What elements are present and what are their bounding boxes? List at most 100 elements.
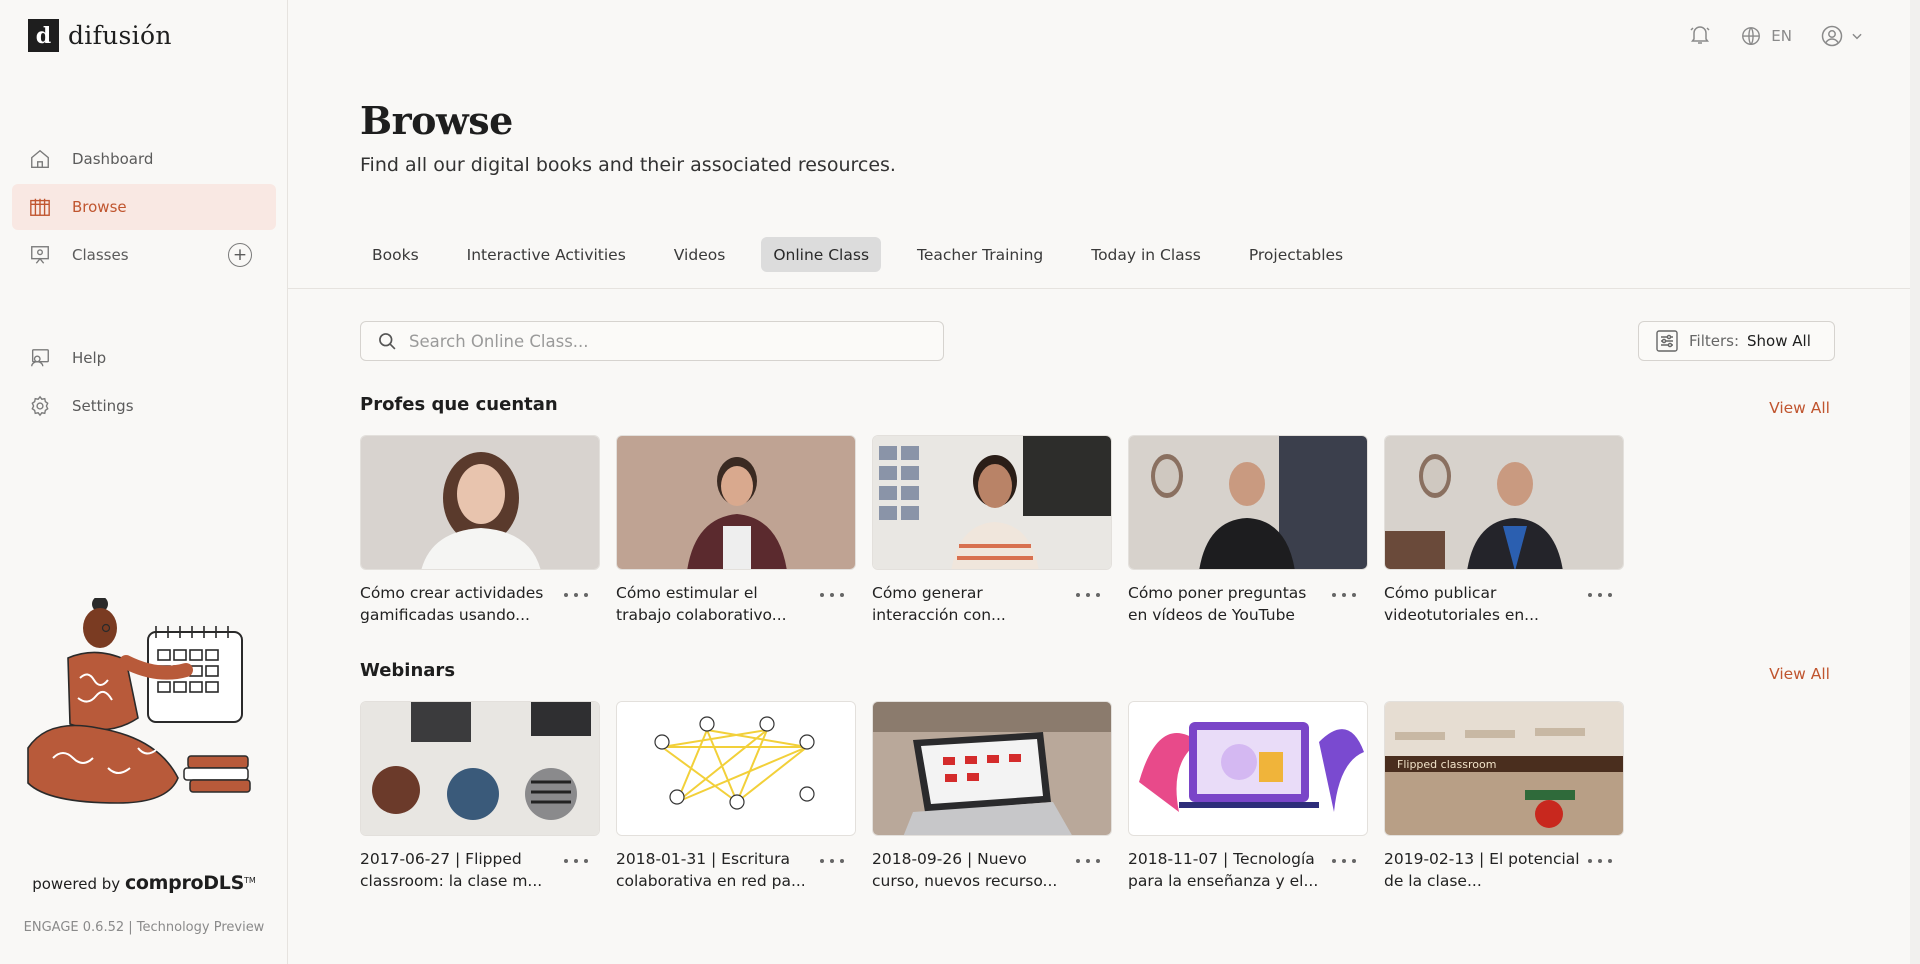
app: d difusión Dashboard Browse Classes + He…: [0, 0, 1920, 964]
tab-interactive-activities[interactable]: Interactive Activities: [455, 237, 638, 272]
tab-online-class[interactable]: Online Class: [761, 237, 882, 272]
video-card[interactable]: Cómo publicar videotutoriales en...: [1384, 435, 1624, 626]
brand-logo[interactable]: d difusión: [28, 19, 172, 52]
search-input[interactable]: [409, 331, 909, 351]
view-all-link[interactable]: View All: [1769, 399, 1830, 417]
search-box[interactable]: [360, 321, 944, 361]
video-card[interactable]: Cómo crear actividades gamificadas usand…: [360, 435, 600, 626]
browse-icon: [28, 195, 52, 219]
video-thumbnail[interactable]: [616, 435, 856, 570]
classes-icon: [28, 243, 52, 267]
main-nav: Dashboard Browse Classes +: [12, 136, 276, 280]
card-footer: Cómo estimular el trabajo colaborativo..…: [616, 582, 856, 626]
video-thumbnail[interactable]: Flipped classroom: [1384, 701, 1624, 836]
more-options-icon[interactable]: [1588, 588, 1612, 602]
card-title[interactable]: 2018-09-26 | Nuevo curso, nuevos recurso…: [872, 848, 1072, 892]
card-footer: 2018-11-07 | Tecnología para la enseñanz…: [1128, 848, 1368, 892]
more-options-icon[interactable]: [564, 854, 588, 868]
more-options-icon[interactable]: [1332, 854, 1356, 868]
video-thumbnail[interactable]: [872, 701, 1112, 836]
filter-sliders-icon: [1656, 330, 1678, 352]
secondary-nav: Help Settings: [12, 335, 276, 431]
video-thumbnail[interactable]: [1384, 435, 1624, 570]
search-icon: [379, 333, 396, 350]
more-options-icon[interactable]: [1588, 854, 1612, 868]
sidebar-item-settings[interactable]: Settings: [12, 383, 276, 429]
sidebar-item-dashboard[interactable]: Dashboard: [12, 136, 276, 182]
help-icon: [28, 346, 52, 370]
card-footer: 2017-06-27 | Flipped classroom: la clase…: [360, 848, 600, 892]
tab-teacher-training[interactable]: Teacher Training: [905, 237, 1055, 272]
card-title[interactable]: Cómo estimular el trabajo colaborativo..…: [616, 582, 816, 626]
add-class-button[interactable]: +: [228, 243, 252, 267]
home-icon: [28, 147, 52, 171]
sidebar-item-label: Dashboard: [72, 150, 154, 168]
video-card[interactable]: Cómo estimular el trabajo colaborativo..…: [616, 435, 856, 626]
more-options-icon[interactable]: [1332, 588, 1356, 602]
video-thumbnail[interactable]: [872, 435, 1112, 570]
video-thumbnail[interactable]: [1128, 701, 1368, 836]
tab-books[interactable]: Books: [360, 237, 431, 272]
video-card[interactable]: Cómo poner preguntas en vídeos de YouTub…: [1128, 435, 1368, 626]
card-footer: Cómo crear actividades gamificadas usand…: [360, 582, 600, 626]
video-thumbnail[interactable]: [360, 435, 600, 570]
view-all-link[interactable]: View All: [1769, 665, 1830, 683]
tabs-divider: [288, 288, 1910, 289]
main-content: Browse Find all our digital books and th…: [288, 0, 1910, 964]
card-title[interactable]: Cómo poner preguntas en vídeos de YouTub…: [1128, 582, 1328, 626]
video-card[interactable]: 2018-01-31 | Escritura colaborativa en r…: [616, 701, 856, 892]
filters-button[interactable]: Filters: Show All: [1638, 321, 1835, 361]
tab-videos[interactable]: Videos: [662, 237, 738, 272]
teacher-illustration: [8, 596, 258, 813]
logo-text: difusión: [68, 21, 172, 50]
powered-brand: comproDLS: [124, 872, 244, 894]
card-footer: Cómo publicar videotutoriales en...: [1384, 582, 1624, 626]
card-title[interactable]: 2019-02-13 | El potencial de la clase...: [1384, 848, 1584, 892]
version-text: ENGAGE 0.6.52 | Technology Preview: [23, 920, 265, 935]
sidebar-item-label: Browse: [72, 198, 127, 216]
filters-label: Filters:: [1689, 332, 1740, 350]
sidebar-item-label: Classes: [72, 246, 129, 264]
card-title[interactable]: 2017-06-27 | Flipped classroom: la clase…: [360, 848, 560, 892]
card-row-profes: Cómo crear actividades gamificadas usand…: [360, 435, 1624, 626]
sidebar-item-classes[interactable]: Classes +: [12, 232, 276, 278]
card-title[interactable]: Cómo generar interacción con...: [872, 582, 1072, 626]
more-options-icon[interactable]: [1076, 588, 1100, 602]
card-footer: Cómo generar interacción con...: [872, 582, 1112, 626]
card-row-webinars: 2017-06-27 | Flipped classroom: la clase…: [360, 701, 1624, 892]
video-card[interactable]: Flipped classroom 2019-02-13 | El potenc…: [1384, 701, 1624, 892]
sidebar-item-browse[interactable]: Browse: [12, 184, 276, 230]
sidebar: d difusión Dashboard Browse Classes + He…: [0, 0, 288, 964]
more-options-icon[interactable]: [820, 854, 844, 868]
scrollbar[interactable]: [1910, 0, 1920, 964]
video-card[interactable]: Cómo generar interacción con...: [872, 435, 1112, 626]
thumb-overlay-text: Flipped classroom: [1397, 758, 1496, 771]
card-title[interactable]: Cómo crear actividades gamificadas usand…: [360, 582, 560, 626]
category-tabs: Books Interactive Activities Videos Onli…: [360, 237, 1355, 272]
logo-mark: d: [28, 19, 59, 52]
card-title[interactable]: 2018-11-07 | Tecnología para la enseñanz…: [1128, 848, 1328, 892]
video-card[interactable]: 2018-11-07 | Tecnología para la enseñanz…: [1128, 701, 1368, 892]
section-title-profes: Profes que cuentan: [360, 394, 558, 415]
more-options-icon[interactable]: [1076, 854, 1100, 868]
video-thumbnail[interactable]: [1128, 435, 1368, 570]
video-card[interactable]: 2018-09-26 | Nuevo curso, nuevos recurso…: [872, 701, 1112, 892]
powered-trademark: TM: [243, 876, 256, 885]
filters-value: Show All: [1747, 332, 1811, 350]
card-title[interactable]: Cómo publicar videotutoriales en...: [1384, 582, 1584, 626]
powered-by: powered by comproDLSTM: [0, 872, 288, 894]
sidebar-item-label: Settings: [72, 397, 134, 415]
gear-icon: [28, 394, 52, 418]
video-thumbnail[interactable]: [616, 701, 856, 836]
more-options-icon[interactable]: [820, 588, 844, 602]
tab-today-in-class[interactable]: Today in Class: [1079, 237, 1213, 272]
video-card[interactable]: 2017-06-27 | Flipped classroom: la clase…: [360, 701, 600, 892]
card-footer: Cómo poner preguntas en vídeos de YouTub…: [1128, 582, 1368, 626]
card-title[interactable]: 2018-01-31 | Escritura colaborativa en r…: [616, 848, 816, 892]
more-options-icon[interactable]: [564, 588, 588, 602]
card-footer: 2018-09-26 | Nuevo curso, nuevos recurso…: [872, 848, 1112, 892]
tab-projectables[interactable]: Projectables: [1237, 237, 1355, 272]
video-thumbnail[interactable]: [360, 701, 600, 836]
card-footer: 2019-02-13 | El potencial de la clase...: [1384, 848, 1624, 892]
sidebar-item-help[interactable]: Help: [12, 335, 276, 381]
